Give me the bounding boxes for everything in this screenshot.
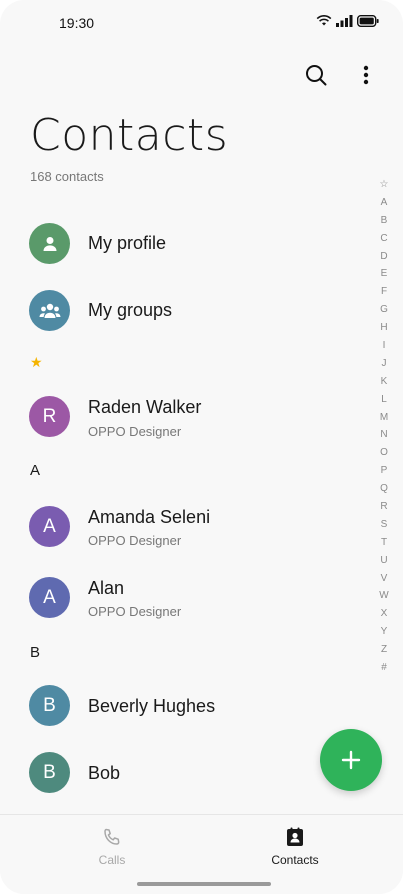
contacts-book-icon	[287, 827, 303, 846]
index-letter[interactable]: S	[381, 516, 388, 534]
contact-subtitle: OPPO Designer	[88, 424, 182, 439]
index-letter[interactable]: M	[380, 409, 388, 427]
index-letter[interactable]: X	[381, 605, 388, 623]
index-letter[interactable]: E	[381, 265, 388, 283]
index-letter[interactable]: A	[381, 194, 388, 212]
contact-name: Alan	[88, 578, 125, 598]
search-icon	[306, 65, 327, 86]
my-profile-row[interactable]: My profile	[0, 213, 360, 273]
contact-count: 168 contacts	[30, 169, 104, 184]
index-letter[interactable]: O	[380, 444, 388, 462]
contact-avatar: R	[29, 396, 70, 437]
index-letter[interactable]: G	[380, 301, 388, 319]
index-letter[interactable]: T	[381, 534, 387, 552]
page-title: Contacts	[30, 110, 229, 161]
profile-avatar	[29, 223, 70, 264]
my-groups-row[interactable]: My groups	[0, 280, 360, 340]
contact-name: Beverly Hughes	[88, 696, 216, 716]
section-header-a: A	[30, 462, 41, 479]
index-letter[interactable]: #	[381, 659, 387, 677]
alphabet-index[interactable]: ☆ A B C D E F G H I J K L M N O P Q R S T U V W X Y Z #	[378, 176, 390, 677]
group-icon	[39, 303, 60, 318]
tab-contacts-label: Contacts	[271, 853, 319, 867]
add-contact-button[interactable]	[320, 729, 382, 791]
status-bar: 19:30	[0, 0, 403, 46]
person-icon	[43, 236, 56, 251]
tab-contacts[interactable]: Contacts	[235, 827, 355, 867]
index-letter[interactable]: ☆	[380, 176, 389, 194]
index-letter[interactable]: P	[381, 462, 388, 480]
index-letter[interactable]: N	[380, 426, 387, 444]
phone-icon	[104, 828, 120, 845]
index-letter[interactable]: D	[380, 248, 387, 266]
contact-subtitle: OPPO Designer	[88, 604, 182, 619]
index-letter[interactable]: Q	[380, 480, 388, 498]
contact-row[interactable]: B Bob	[0, 743, 360, 803]
index-letter[interactable]: L	[381, 391, 387, 409]
more-options-button[interactable]	[353, 62, 379, 88]
contact-row[interactable]: B Beverly Hughes	[0, 676, 360, 736]
contact-avatar: B	[29, 685, 70, 726]
my-groups-label: My groups	[88, 300, 173, 320]
contact-row[interactable]: A Amanda Seleni OPPO Designer	[0, 497, 360, 557]
search-button[interactable]	[303, 62, 329, 88]
index-letter[interactable]: W	[379, 587, 388, 605]
index-letter[interactable]: V	[381, 570, 388, 588]
section-header-b: B	[30, 644, 41, 661]
more-vertical-icon	[363, 65, 369, 85]
status-icons	[316, 13, 379, 32]
contact-row[interactable]: A Alan OPPO Designer	[0, 568, 360, 628]
home-indicator[interactable]	[137, 882, 271, 886]
contact-avatar: A	[29, 506, 70, 547]
tab-calls-label: Calls	[98, 853, 126, 867]
groups-avatar	[29, 290, 70, 331]
contact-name: Bob	[88, 763, 121, 783]
contacts-screen: 19:30 Contacts 168 contacts My profile M…	[0, 0, 403, 894]
contact-name: Raden Walker	[88, 397, 202, 417]
wifi-icon	[316, 13, 332, 32]
index-letter[interactable]: I	[383, 337, 386, 355]
signal-icon	[336, 14, 353, 32]
index-letter[interactable]: C	[380, 230, 387, 248]
favorites-star-icon: ★	[30, 354, 43, 370]
index-letter[interactable]: R	[380, 498, 387, 516]
status-time: 19:30	[59, 15, 95, 31]
battery-icon	[356, 14, 379, 32]
contact-row[interactable]: R Raden Walker OPPO Designer	[0, 387, 360, 447]
index-letter[interactable]: Z	[381, 641, 387, 659]
top-actions	[303, 62, 379, 88]
tab-calls[interactable]: Calls	[52, 827, 172, 867]
index-letter[interactable]: Y	[381, 623, 388, 641]
my-profile-label: My profile	[88, 233, 167, 253]
contact-avatar: A	[29, 577, 70, 618]
plus-icon	[341, 750, 361, 770]
index-letter[interactable]: K	[381, 373, 388, 391]
contact-avatar: B	[29, 752, 70, 793]
index-letter[interactable]: B	[381, 212, 388, 230]
index-letter[interactable]: J	[382, 355, 387, 373]
index-letter[interactable]: H	[380, 319, 387, 337]
index-letter[interactable]: F	[381, 283, 387, 301]
contact-subtitle: OPPO Designer	[88, 533, 182, 548]
contact-name: Amanda Seleni	[88, 507, 211, 527]
index-letter[interactable]: U	[380, 552, 387, 570]
